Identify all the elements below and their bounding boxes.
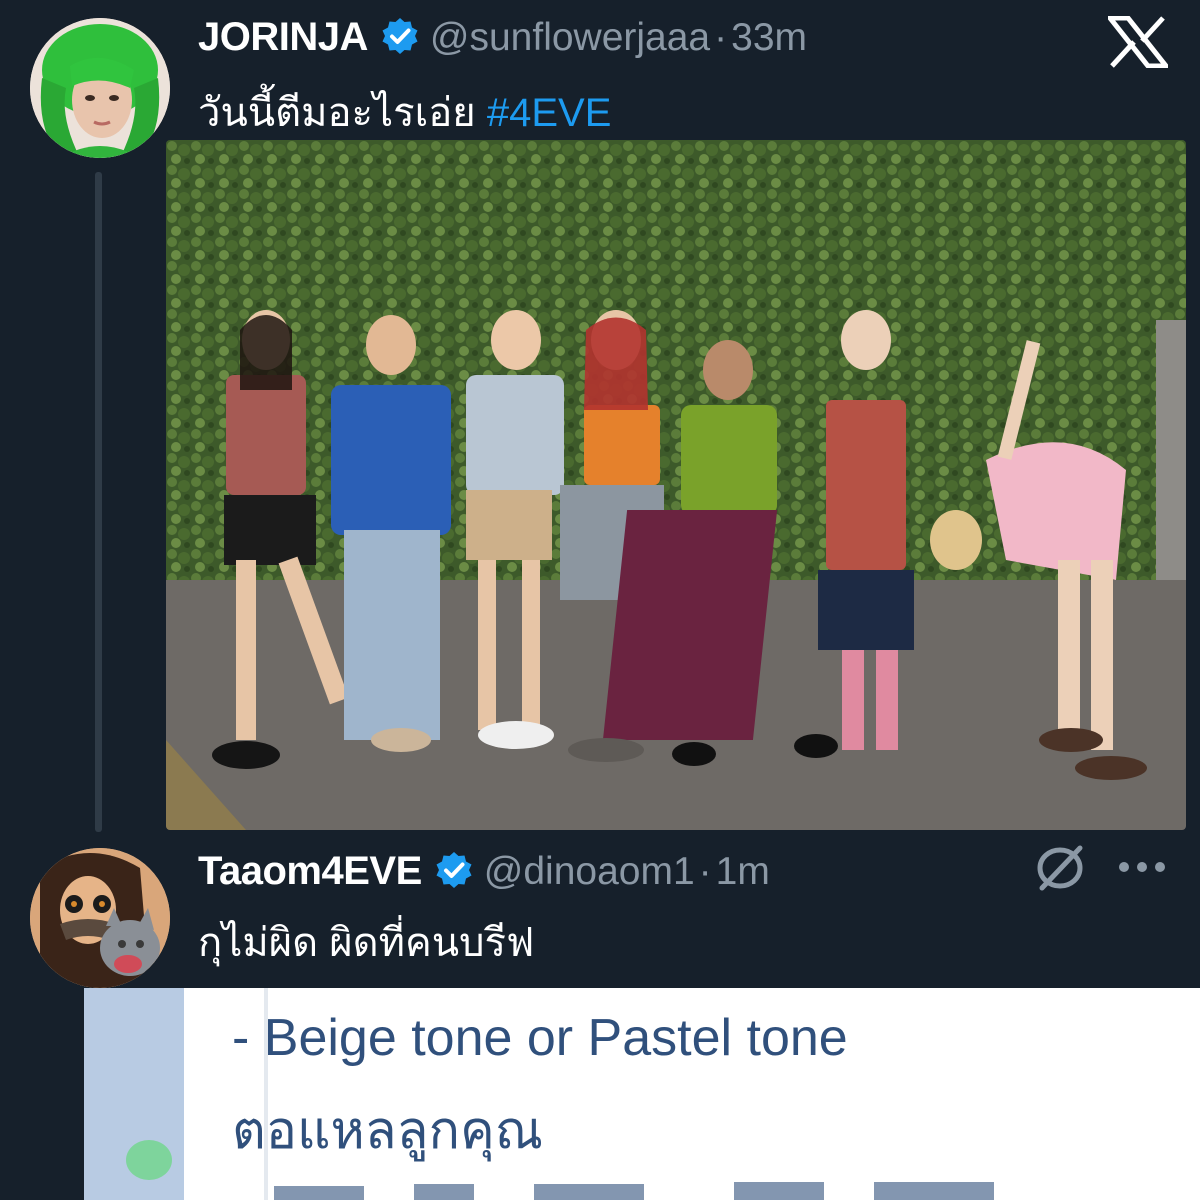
handle[interactable]: @sunflowerjaaa <box>430 16 710 60</box>
cropped-text-line <box>274 1182 994 1200</box>
avatar[interactable] <box>30 848 170 988</box>
group-photo-image <box>166 140 1186 830</box>
quoted-screenshot[interactable]: - Beige tone or Pastel tone ตอแหลลูกคุณ <box>84 988 1200 1200</box>
tweet-text: กุไม่ผิด ผิดที่คนบรีฟ <box>198 921 535 965</box>
avatar[interactable] <box>30 18 170 158</box>
separator: · <box>714 16 728 59</box>
green-dot-icon <box>126 1140 172 1180</box>
avatar-cat-filter-icon <box>30 848 170 988</box>
verified-badge-icon <box>434 850 474 890</box>
x-logo-icon[interactable] <box>1104 15 1172 69</box>
verified-badge-icon <box>380 16 420 56</box>
tweet-header: JORINJA @sunflowerjaaa · 33m <box>198 10 807 60</box>
tweet-jorinja[interactable]: JORINJA @sunflowerjaaa · 33m วันนี้ตีมอะ… <box>0 0 1200 840</box>
eye-slash-icon[interactable] <box>1034 844 1086 892</box>
quote-line-1: - Beige tone or Pastel tone <box>232 1009 848 1067</box>
tweet-text: วันนี้ตีมอะไรเอ่ย #4EVE <box>198 80 611 144</box>
display-name[interactable]: Taaom4EVE <box>198 849 422 894</box>
more-dots-icon[interactable] <box>1118 860 1166 874</box>
handle[interactable]: @dinoaom1 <box>484 850 695 894</box>
timestamp[interactable]: 1m <box>716 850 770 894</box>
avatar-green-hair-icon <box>30 18 170 158</box>
timestamp[interactable]: 33m <box>731 16 807 60</box>
tweet-header: Taaom4EVE @dinoaom1 · 1m <box>198 844 770 894</box>
tweet-photo[interactable] <box>166 140 1186 830</box>
hashtag-link[interactable]: #4EVE <box>487 91 612 135</box>
quote-line-2: ตอแหลลูกคุณ <box>232 1102 544 1160</box>
display-name[interactable]: JORINJA <box>198 15 368 60</box>
separator: · <box>698 850 712 893</box>
tweet-text-content: วันนี้ตีมอะไรเอ่ย <box>198 91 476 135</box>
